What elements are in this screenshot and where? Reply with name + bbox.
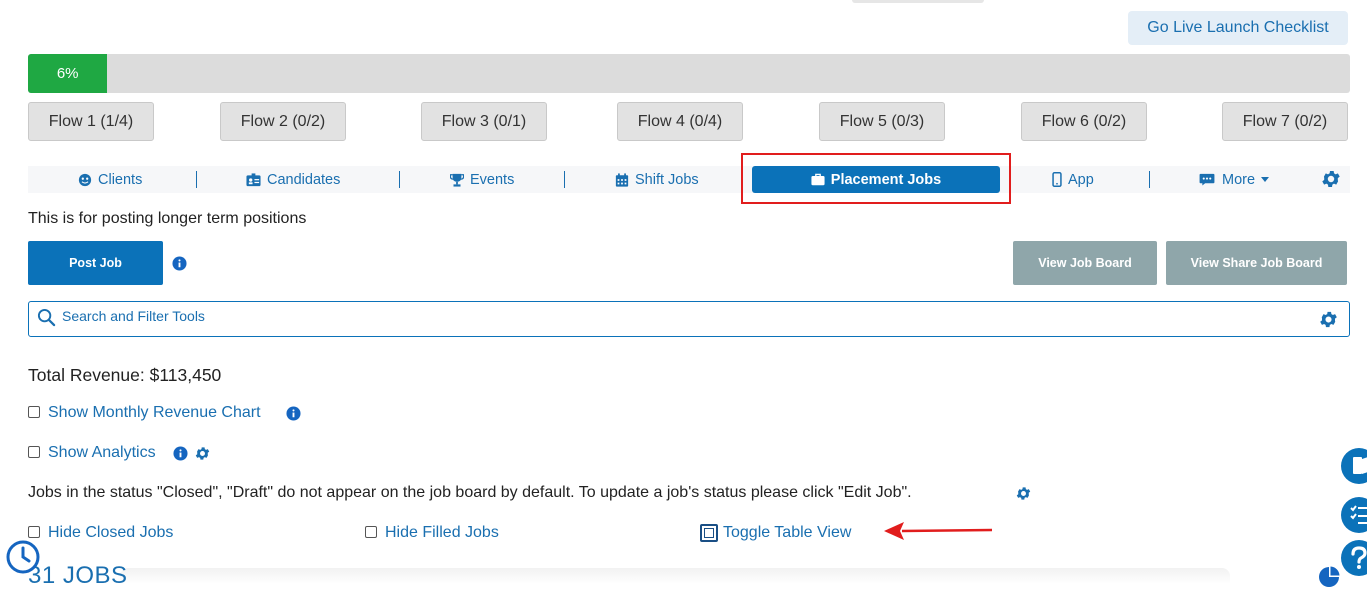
nav-shift-jobs-label: Shift Jobs <box>635 171 699 188</box>
flow-1-button[interactable]: Flow 1 (1/4) <box>28 102 154 141</box>
search-filter-bar[interactable] <box>28 301 1350 337</box>
analytics-checkbox[interactable] <box>28 446 40 458</box>
pie-chart-icon <box>1319 566 1340 587</box>
nav-shift-jobs[interactable]: Shift Jobs <box>615 166 699 193</box>
question-icon <box>1351 546 1367 569</box>
side-help-button[interactable] <box>1341 540 1367 576</box>
flow-4-button[interactable]: Flow 4 (0/4) <box>617 102 743 141</box>
hide-closed-checkbox[interactable] <box>28 526 40 538</box>
hide-filled-checkbox[interactable] <box>365 526 377 538</box>
side-checklist-button[interactable] <box>1341 497 1367 533</box>
search-placeholder: Search and Filter Tools <box>62 308 205 324</box>
nav-candidates-label: Candidates <box>267 171 341 188</box>
gear-icon <box>1322 171 1340 187</box>
analytics-info[interactable] <box>173 446 188 466</box>
book-icon <box>1353 457 1367 474</box>
nav-clients[interactable]: Clients <box>78 166 142 193</box>
nav-divider <box>1149 171 1150 188</box>
calendar-icon <box>615 172 629 187</box>
monthly-chart-checkbox[interactable] <box>28 406 40 418</box>
post-job-info[interactable] <box>172 256 187 276</box>
total-revenue: Total Revenue: $113,450 <box>28 365 222 385</box>
nav-divider <box>399 171 400 188</box>
intro-text: This is for posting longer term position… <box>28 210 307 227</box>
nav-clients-label: Clients <box>98 171 143 188</box>
info-icon <box>172 256 187 271</box>
nav-app-label: App <box>1068 171 1094 188</box>
ellipsis-icon <box>1199 173 1215 186</box>
analytics-label[interactable]: Show Analytics <box>48 444 156 462</box>
nav-app[interactable]: App <box>1052 166 1094 193</box>
caret-down-icon <box>1261 177 1270 182</box>
checklist-icon <box>1350 505 1367 524</box>
id-badge-icon <box>246 172 261 186</box>
go-live-checklist-button[interactable]: Go Live Launch Checklist <box>1128 11 1348 45</box>
side-book-button[interactable] <box>1341 448 1367 484</box>
nav-settings-gear[interactable] <box>1320 168 1342 195</box>
search-settings-gear[interactable] <box>1318 309 1339 335</box>
info-icon <box>286 406 301 421</box>
history-button[interactable] <box>6 540 40 574</box>
nav-more-dropdown[interactable]: More <box>1198 166 1270 193</box>
toggle-table-label[interactable]: Toggle Table View <box>723 524 851 542</box>
flow-5-button[interactable]: Flow 5 (0/3) <box>819 102 945 141</box>
nav-events[interactable]: Events <box>450 166 514 193</box>
nav-events-label: Events <box>470 171 515 188</box>
nav-candidates[interactable]: Candidates <box>246 166 340 193</box>
view-job-board-button[interactable]: View Job Board <box>1013 241 1157 285</box>
progress-bar: 6% <box>28 54 1350 93</box>
clients-icon <box>78 173 92 186</box>
pie-chart-button[interactable] <box>1318 566 1340 593</box>
analytics-settings-gear[interactable] <box>194 445 211 467</box>
gear-icon <box>1320 311 1337 328</box>
progress-fill: 6% <box>28 54 108 93</box>
main-nav: Clients Candidates Events Shift Jobs Pla… <box>28 166 1350 193</box>
nav-divider <box>196 171 197 188</box>
monthly-chart-label[interactable]: Show Monthly Revenue Chart <box>48 404 261 422</box>
trophy-icon <box>450 173 464 187</box>
nav-divider <box>564 171 565 188</box>
toggle-table-checkbox[interactable] <box>700 524 718 542</box>
top-stub <box>852 0 984 3</box>
flow-7-button[interactable]: Flow 7 (0/2) <box>1222 102 1348 141</box>
highlight-box <box>741 153 1011 204</box>
view-share-job-board-button[interactable]: View Share Job Board <box>1166 241 1347 285</box>
mobile-icon <box>1052 172 1062 187</box>
toggle-table-inner <box>704 528 714 538</box>
red-arrow-annotation <box>882 519 994 548</box>
hide-filled-label[interactable]: Hide Filled Jobs <box>385 524 499 542</box>
status-note: Jobs in the status "Closed", "Draft" do … <box>28 484 912 501</box>
gear-icon <box>195 447 210 460</box>
post-job-button[interactable]: Post Job <box>28 241 163 285</box>
gear-icon <box>1016 487 1031 500</box>
nav-more-label: More <box>1222 171 1256 188</box>
clock-icon <box>6 540 40 574</box>
monthly-chart-info[interactable] <box>286 406 301 426</box>
status-settings-gear[interactable] <box>1015 485 1032 507</box>
jobs-count-title: 31 JOBS <box>28 562 128 589</box>
hide-closed-label[interactable]: Hide Closed Jobs <box>48 524 173 542</box>
info-icon <box>173 446 188 461</box>
flow-6-button[interactable]: Flow 6 (0/2) <box>1021 102 1147 141</box>
jobs-list-top-shadow <box>120 568 1230 584</box>
search-icon <box>37 308 56 332</box>
flow-3-button[interactable]: Flow 3 (0/1) <box>421 102 547 141</box>
flow-2-button[interactable]: Flow 2 (0/2) <box>220 102 346 141</box>
